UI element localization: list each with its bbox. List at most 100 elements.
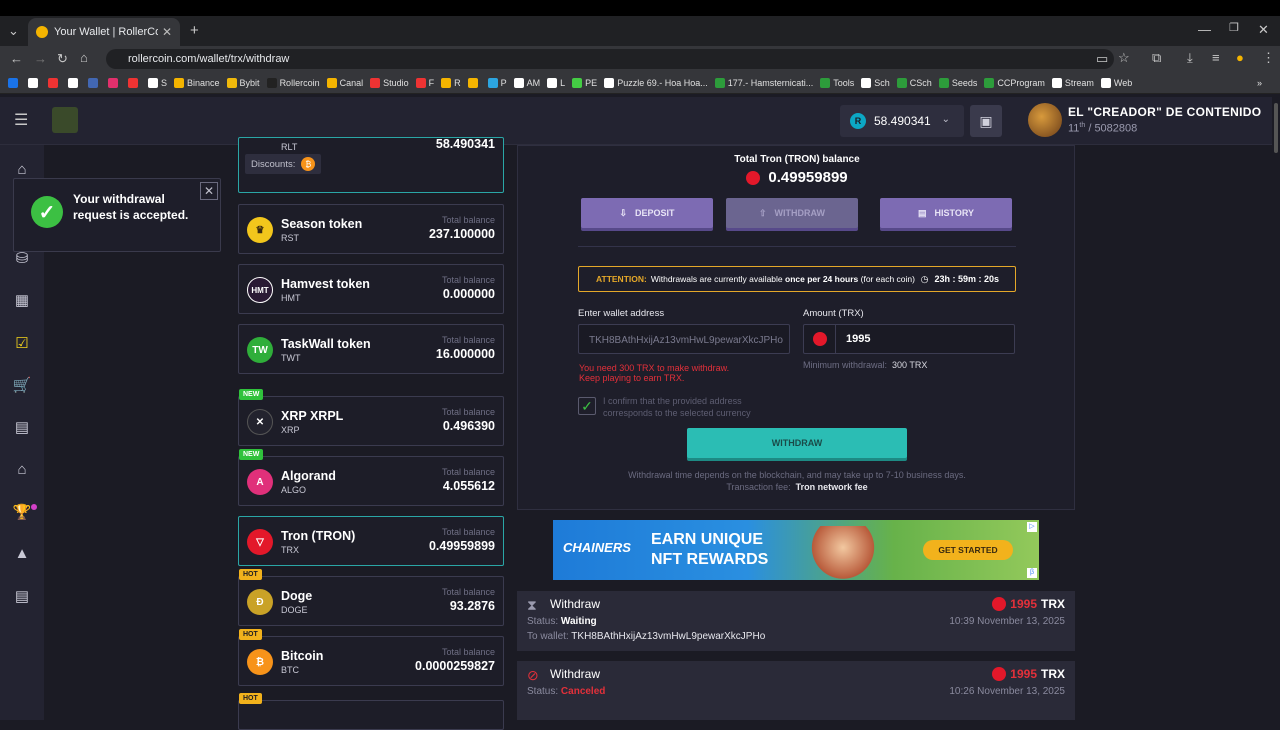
bookmark-item[interactable] xyxy=(128,77,141,88)
news-nav-icon[interactable]: ▤ xyxy=(12,587,32,605)
bookmark-item[interactable]: F xyxy=(415,77,434,88)
bookmark-item[interactable]: CSch xyxy=(896,77,932,88)
bookmark-item[interactable] xyxy=(467,77,481,88)
balance-selector[interactable]: R 58.490341 ⌄ xyxy=(840,105,964,137)
bookmark-item[interactable]: Studio xyxy=(370,77,409,88)
coin-card-twt[interactable]: TW TaskWall token TWT Total balance 16.00000… xyxy=(238,324,504,374)
bookmark-item[interactable]: Rollercoin xyxy=(266,77,320,88)
bookmark-item[interactable]: S xyxy=(148,77,167,88)
bookmark-item[interactable]: PE xyxy=(572,77,597,88)
coin-card-trx[interactable]: ▽ Tron (TRON) TRX Total balance 0.49959899 xyxy=(238,516,504,566)
bookmark-item[interactable] xyxy=(28,77,41,88)
ad-cta-button[interactable]: GET STARTED xyxy=(923,540,1013,560)
coin-card-partial[interactable]: HOT xyxy=(238,693,504,730)
toast-close-button[interactable]: ✕ xyxy=(200,182,218,200)
downloads-icon[interactable]: ⤓ xyxy=(1187,51,1193,64)
wallet-address-input[interactable]: TKH8BAthHxijAz13vmHwL9pewarXkcJPHo xyxy=(578,324,790,354)
page-scrollbar[interactable] xyxy=(1272,97,1280,720)
coin-card-algo[interactable]: NEW A Algorand ALGO Total balance 4.055612 xyxy=(238,449,504,506)
bookmark-item[interactable]: Puzzle 69.- Hoa Hoa... xyxy=(604,77,708,88)
crown-icon: ♛ xyxy=(247,217,273,243)
tasks-nav-icon[interactable]: ☑ xyxy=(12,334,32,352)
trophy-nav-icon[interactable]: 🏆 xyxy=(12,503,32,521)
scrollbar-thumb[interactable] xyxy=(1274,103,1278,153)
browser-menu-icon[interactable]: ⋮ xyxy=(1262,51,1275,64)
bookmark-star-icon[interactable]: ☆ xyxy=(1118,51,1130,64)
tw-icon: TW xyxy=(247,337,273,363)
tab-search-icon[interactable]: ⌄ xyxy=(8,24,19,37)
reload-icon[interactable]: ↻ xyxy=(57,52,68,65)
discounts-chip[interactable]: Discounts: ₿ xyxy=(245,154,322,174)
window-close-icon[interactable]: ✕ xyxy=(1258,23,1269,36)
browser-tab[interactable]: Your Wallet | RollerCoin.com | W ✕ xyxy=(28,18,180,46)
extensions-icon[interactable]: ⧉ xyxy=(1152,51,1161,64)
coin-card-xrp[interactable]: NEW ✕ XRP XRPL XRP Total balance 0.496390 xyxy=(238,389,504,446)
ad-banner[interactable]: CHAINERS EARN UNIQUE NFT REWARDS GET STA… xyxy=(553,520,1039,580)
history-icon: ▤ xyxy=(917,207,927,218)
deposit-button[interactable]: ⇩ DEPOSIT xyxy=(581,198,713,228)
back-icon[interactable]: ← xyxy=(10,52,23,65)
restore-icon[interactable]: ❐ xyxy=(1229,23,1239,34)
bookmark-icon xyxy=(1100,77,1111,88)
minimize-icon[interactable]: — xyxy=(1198,23,1211,36)
coin-symbol: HMT xyxy=(281,293,301,303)
home-nav-icon[interactable]: ⌂ xyxy=(12,161,32,179)
withdraw-tab-button[interactable]: ⇧ WITHDRAW xyxy=(726,198,858,228)
bookmark-item[interactable]: AM xyxy=(513,77,540,88)
extension-rollercoin-icon[interactable]: ● xyxy=(1236,51,1244,64)
marketplace-nav-icon[interactable]: 🛒 xyxy=(12,376,32,394)
profile-nav-icon[interactable]: ▲ xyxy=(12,545,32,563)
bookmark-label: Web xyxy=(1113,77,1133,88)
amount-input[interactable]: 1995 xyxy=(803,324,1015,354)
bookmark-item[interactable]: Web xyxy=(1100,77,1133,88)
user-profile[interactable]: EL "CREADOR" DE CONTENIDO 11th / 5082808 xyxy=(1028,103,1261,137)
install-icon[interactable]: ▭ xyxy=(1096,52,1108,65)
bookmark-item[interactable]: Binance xyxy=(174,77,220,88)
home-icon[interactable]: ⌂ xyxy=(80,51,88,64)
bookmark-item[interactable]: CCProgram xyxy=(984,77,1045,88)
storage-nav-icon[interactable]: ▤ xyxy=(12,418,32,436)
site-logo[interactable] xyxy=(52,107,78,133)
withdraw-submit-button[interactable]: WITHDRAW xyxy=(687,428,907,458)
bookmark-item[interactable]: Seeds xyxy=(938,77,977,88)
forward-icon[interactable]: → xyxy=(34,52,47,65)
bookmark-item[interactable]: 177.- Hamsternicati... xyxy=(714,77,813,88)
hmt-icon: HMT xyxy=(247,277,273,303)
hamburger-menu-icon[interactable]: ☰ xyxy=(14,113,28,129)
coin-card-doge[interactable]: HOT Ð Doge DOGE Total balance 93.2876 xyxy=(238,569,504,626)
coin-card-rlt[interactable]: RLT 58.490341 Discounts: ₿ xyxy=(238,137,504,193)
ad-info-icon[interactable]: ▷ xyxy=(1027,522,1037,532)
ad-choices-icon[interactable]: β xyxy=(1027,568,1037,578)
bookmark-item[interactable] xyxy=(88,77,101,88)
bookmark-item[interactable]: Sch xyxy=(861,77,890,88)
media-icon[interactable]: ≡ xyxy=(1212,51,1220,64)
wallet-button[interactable]: ▣ xyxy=(970,105,1002,137)
bookmark-item[interactable] xyxy=(48,77,61,88)
tron-icon xyxy=(746,170,761,185)
coin-card-hmt[interactable]: HMT Hamvest token HMT Total balance 0.000000 xyxy=(238,264,504,314)
url-input[interactable]: rollercoin.com/wallet/trx/withdraw xyxy=(106,49,1114,69)
shop-nav-icon[interactable]: ⌂ xyxy=(12,461,32,479)
bookmark-item[interactable]: Canal xyxy=(326,77,363,88)
new-tab-icon[interactable]: + xyxy=(190,23,199,38)
tab-close-icon[interactable]: ✕ xyxy=(162,25,172,39)
bookmark-item[interactable]: P xyxy=(487,77,507,88)
coin-symbol: BTC xyxy=(281,665,299,675)
bookmark-item[interactable]: Bybit xyxy=(226,77,260,88)
bookmark-item[interactable]: Stream xyxy=(1051,77,1094,88)
bookmark-item[interactable]: R xyxy=(441,77,461,88)
bookmarks-overflow-icon[interactable]: » xyxy=(1257,78,1262,88)
history-button[interactable]: ▤ HISTORY xyxy=(880,198,1012,228)
bookmark-item[interactable] xyxy=(8,77,21,88)
games-nav-icon[interactable]: ▦ xyxy=(12,291,32,309)
confirm-checkbox[interactable]: ✓ xyxy=(578,397,596,415)
coin-card-rst[interactable]: ♛ Season token RST Total balance 237.100000 xyxy=(238,204,504,254)
bookmark-item[interactable] xyxy=(68,77,81,88)
bookmark-label: Bybit xyxy=(239,77,260,88)
bookmark-item[interactable]: Tools xyxy=(820,77,854,88)
bookmark-item[interactable] xyxy=(108,77,121,88)
coin-balance: 0.000000 xyxy=(442,287,495,301)
divider xyxy=(578,246,1016,247)
coin-card-btc[interactable]: HOT ₿ Bitcoin BTC Total balance 0.0000259827 xyxy=(238,629,504,686)
bookmark-item[interactable]: L xyxy=(547,77,565,88)
